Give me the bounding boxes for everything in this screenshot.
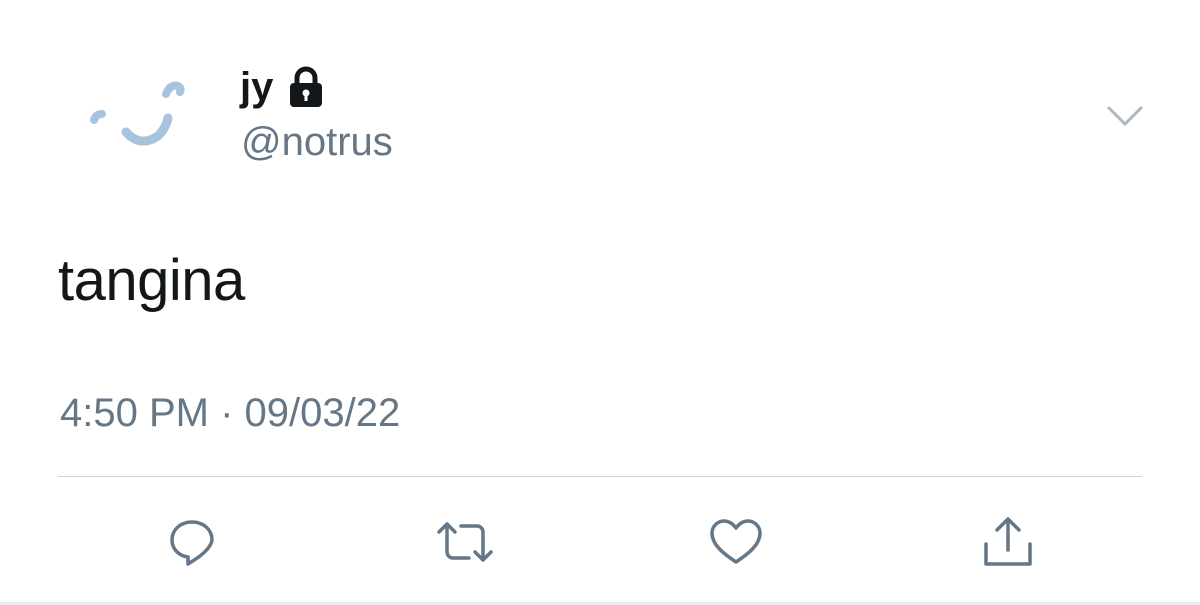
smiley-face-avatar-icon [90,81,185,146]
author-name-row: jy [240,66,325,108]
tweet-text: tangina [58,248,245,313]
tweet-card: jy @notrus tangina 4:50 PM · 09/03/22 [0,0,1200,605]
retweet-icon [437,522,493,562]
like-button[interactable] [704,510,768,574]
retweet-button[interactable] [433,510,497,574]
avatar[interactable] [82,70,192,160]
chevron-down-icon [1107,106,1143,126]
author-handle[interactable]: @notrus [241,122,393,162]
tweet-timestamp[interactable]: 4:50 PM · 09/03/22 [60,393,400,433]
heart-icon [710,519,762,564]
comment-icon [170,520,214,566]
share-icon [984,517,1032,566]
reply-button[interactable] [160,510,224,574]
share-button[interactable] [976,510,1040,574]
divider [58,476,1142,477]
author-display-name[interactable]: jy [240,67,273,107]
tweet-menu-button[interactable] [1105,100,1145,130]
lock-icon [287,66,325,108]
